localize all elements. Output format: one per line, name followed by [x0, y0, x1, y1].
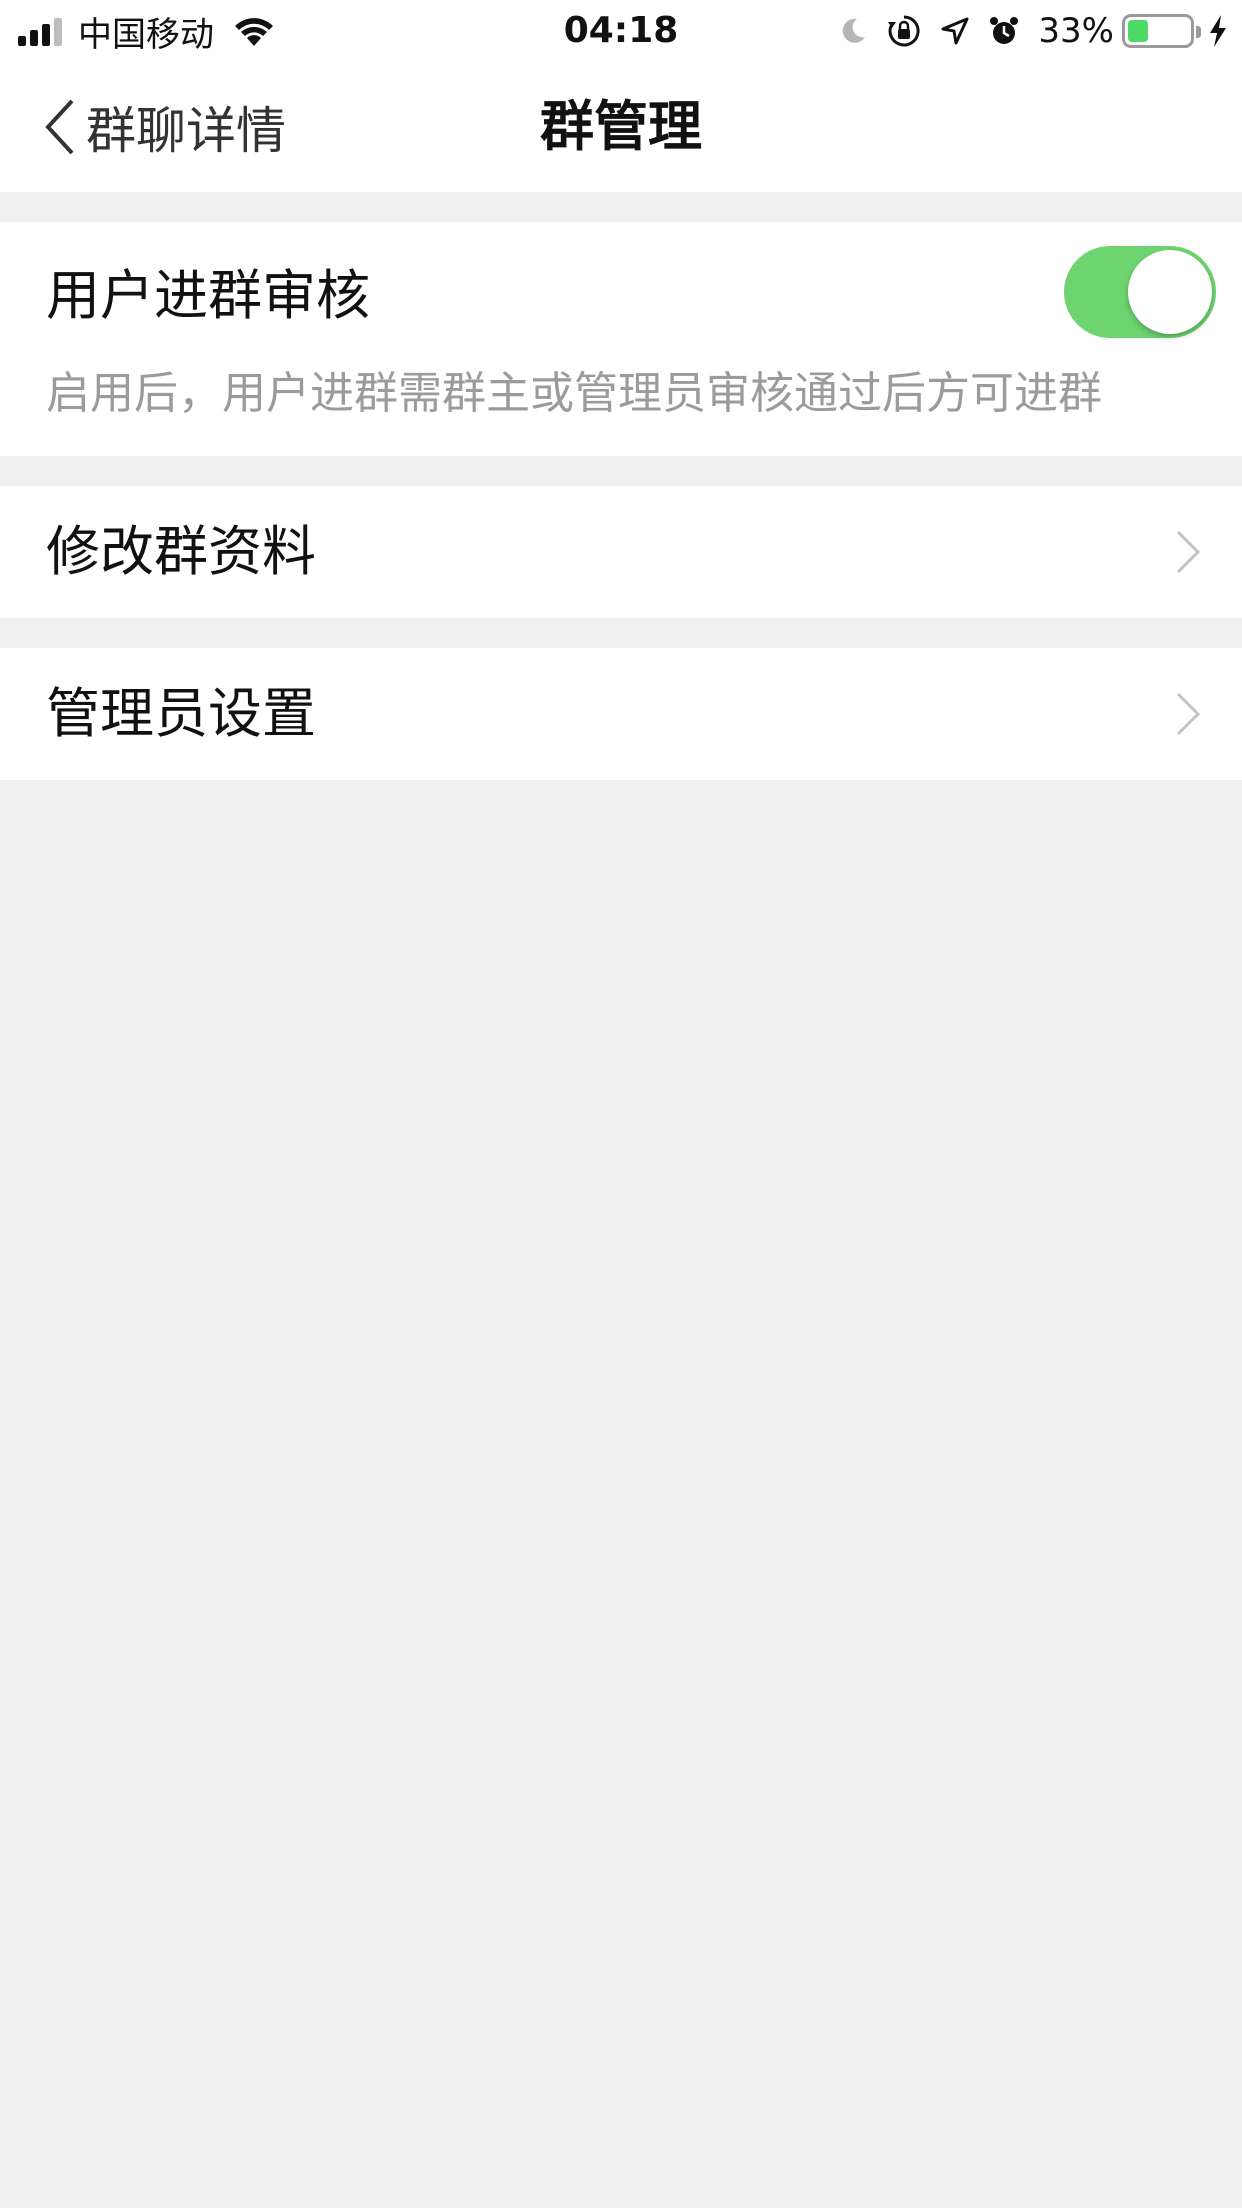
alarm-icon: [990, 17, 1019, 44]
battery-percent: 33%: [1038, 11, 1114, 51]
battery-icon: [1122, 14, 1201, 48]
admin-settings-row[interactable]: 管理员设置: [0, 648, 1242, 780]
join-review-section: 用户进群审核 启用后，用户进群需群主或管理员审核通过后方可进群: [0, 222, 1242, 456]
chevron-right-icon: [1176, 692, 1201, 736]
join-review-description: 启用后，用户进群需群主或管理员审核通过后方可进群: [46, 368, 1102, 419]
battery-level: [1128, 20, 1148, 42]
orientation-lock-icon: [888, 15, 920, 47]
chevron-right-icon: [1176, 530, 1201, 574]
toggle-knob: [1128, 250, 1212, 334]
admin-settings-label: 管理员设置: [46, 682, 316, 745]
chevron-left-icon: [45, 99, 74, 155]
join-review-label: 用户进群审核: [46, 264, 370, 327]
join-review-toggle[interactable]: [1064, 246, 1216, 338]
status-bar: 中国移动 04:18 33%: [0, 0, 1242, 62]
nav-bar: 群聊详情 群管理: [0, 62, 1242, 192]
moon-icon: [843, 18, 866, 43]
charging-bolt-icon: [1210, 15, 1226, 47]
edit-group-profile-label: 修改群资料: [46, 520, 316, 583]
back-button-label: 群聊详情: [86, 102, 286, 160]
back-button[interactable]: 群聊详情: [44, 62, 286, 192]
status-right: 33%: [820, 8, 1228, 54]
edit-group-profile-row[interactable]: 修改群资料: [0, 486, 1242, 618]
location-icon: [941, 17, 969, 45]
